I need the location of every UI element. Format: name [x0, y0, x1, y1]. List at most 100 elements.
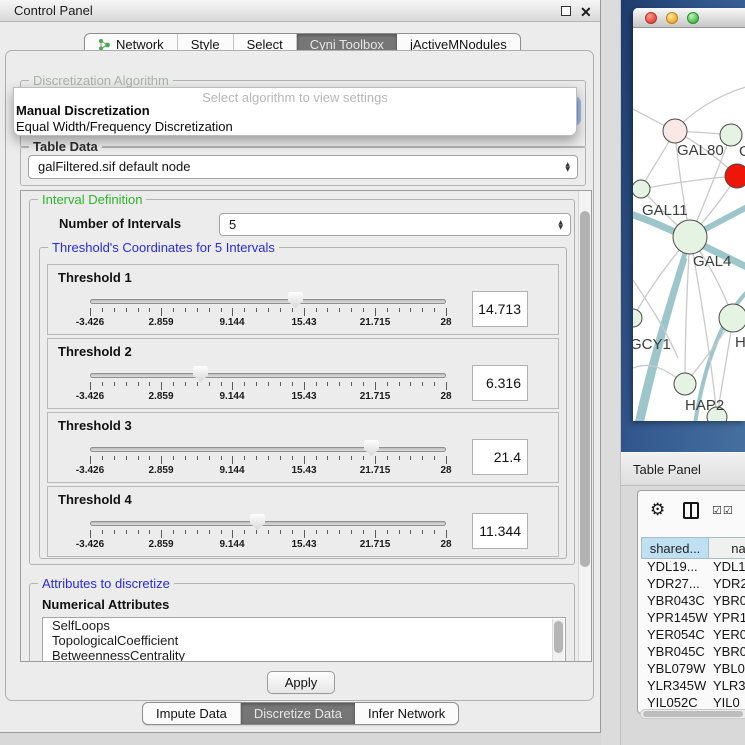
gear-icon[interactable]: ⚙ — [650, 500, 665, 520]
select-columns-icons[interactable]: ☑☑ — [712, 504, 734, 517]
table-data-selected-value: galFiltered.sif default node — [38, 156, 190, 178]
scale-tick-label: 2.859 — [131, 317, 191, 328]
scale-tick-label: 15.43 — [274, 539, 334, 550]
threshold-slider-track[interactable] — [90, 373, 446, 378]
combo-arrows-icon: ▲▼ — [558, 220, 563, 230]
table-cell: YDL1 — [707, 559, 745, 574]
network-node[interactable] — [663, 119, 687, 143]
table-row[interactable]: YBL079WYBL0 — [641, 661, 745, 678]
scrollbar-thumb[interactable] — [580, 211, 590, 567]
tab-label: Impute Data — [156, 703, 227, 724]
scale-tick-label: 28 — [416, 465, 476, 476]
table-header-row: shared...na — [641, 537, 745, 559]
combo-arrows-icon: ▲▼ — [565, 162, 570, 172]
network-node-label: GAL11 — [642, 202, 688, 219]
table-row[interactable]: YPR145WYPR1 — [641, 610, 745, 627]
threshold-value-field[interactable]: 6.316 — [472, 365, 528, 401]
table-row[interactable]: YLR345WYLR3 — [641, 678, 745, 695]
numerical-attributes-list[interactable]: SelfLoopsTopologicalCoefficientBetweenne… — [42, 617, 566, 662]
network-node-label: GAL80 — [677, 142, 724, 159]
network-node[interactable] — [633, 180, 650, 198]
threshold-slider-thumb[interactable] — [193, 366, 208, 382]
float-window-icon[interactable] — [561, 6, 571, 16]
tab-infer-network[interactable]: Infer Network — [355, 703, 458, 724]
threshold-value-field[interactable]: 14.713 — [472, 291, 528, 327]
table-cell: YIL0 — [707, 695, 740, 708]
table-row[interactable]: YDL19...YDL1 — [641, 559, 745, 576]
panel-divider[interactable] — [601, 0, 621, 745]
table-cell: YDR27... — [641, 576, 707, 591]
attributes-list-scrollbar[interactable] — [552, 619, 564, 662]
scale-tick-label: -3.426 — [60, 391, 120, 402]
scale-tick-label: 2.859 — [131, 465, 191, 476]
network-node-selected[interactable] — [725, 164, 745, 188]
tab-impute-data[interactable]: Impute Data — [143, 703, 241, 724]
table-column-header[interactable]: shared... — [641, 537, 709, 559]
threshold-slider-track[interactable] — [90, 299, 446, 304]
bottom-tabstrip: Impute Data Discretize Data Infer Network — [142, 702, 459, 725]
tab-label: Infer Network — [368, 703, 445, 724]
thresholds-group: Threshold's Coordinates for 5 Intervals … — [39, 247, 567, 559]
algorithm-option[interactable]: Equal Width/Frequency Discretization — [16, 119, 233, 134]
network-node-label: GAL4 — [693, 253, 731, 270]
tab-discretize-data[interactable]: Discretize Data — [241, 703, 355, 724]
table-row[interactable]: YER054CYER0 — [641, 627, 745, 644]
minimize-window-icon[interactable] — [666, 12, 678, 24]
tab-label: Discretize Data — [254, 703, 342, 724]
attribute-list-item[interactable]: TopologicalCoefficient — [43, 633, 565, 648]
interval-definition-title: Interval Definition — [38, 192, 146, 207]
attribute-list-item[interactable]: BetweennessCentrality — [43, 648, 565, 662]
close-window-icon[interactable] — [645, 12, 657, 24]
threshold-slider-thumb[interactable] — [364, 440, 379, 456]
network-canvas[interactable]: GAL80GGAL11GAL4GCY1HHAP2 — [633, 28, 745, 421]
table-row[interactable]: YBR045CYBR0 — [641, 644, 745, 661]
slider-ticks — [90, 382, 446, 390]
threshold-block: Threshold 2-3.4262.8599.14415.4321.71528… — [47, 338, 559, 409]
network-node[interactable] — [719, 304, 745, 332]
attribute-list-item[interactable]: SelfLoops — [43, 618, 565, 633]
table-toolbar: ⚙ ☑☑ — [638, 491, 745, 531]
table-cell: YPR145W — [641, 610, 707, 625]
threshold-value-field[interactable]: 21.4 — [472, 439, 528, 475]
table-cell: YDR2 — [707, 576, 745, 591]
table-horizontal-scrollbar[interactable] — [640, 709, 745, 719]
table-data-select[interactable]: galFiltered.sif default node ▲▼ — [28, 155, 578, 179]
threshold-slider-track[interactable] — [90, 447, 446, 452]
algorithm-option[interactable]: Manual Discretization — [16, 103, 150, 118]
network-node[interactable] — [674, 373, 696, 395]
columns-icon[interactable] — [683, 502, 699, 519]
close-panel-icon[interactable]: ✕ — [580, 2, 592, 22]
network-node-label: GCY1 — [633, 336, 671, 353]
table-row[interactable]: YDR27...YDR2 — [641, 576, 745, 593]
threshold-slider-thumb[interactable] — [288, 292, 303, 308]
discretization-algorithm-group-title: Discretization Algorithm — [29, 73, 173, 88]
apply-button[interactable]: Apply — [267, 671, 335, 694]
network-node-label: HAP2 — [685, 397, 724, 414]
scale-tick-label: 21.715 — [345, 465, 405, 476]
table-cell: YLR3 — [707, 678, 745, 693]
network-node[interactable] — [633, 309, 642, 327]
threshold-label: Threshold 2 — [58, 344, 132, 359]
attributes-group-title: Attributes to discretize — [38, 576, 174, 591]
network-node[interactable] — [673, 220, 707, 254]
threshold-slider-track[interactable] — [90, 521, 446, 526]
zoom-window-icon[interactable] — [687, 12, 699, 24]
table-column-header[interactable]: na — [709, 537, 745, 559]
settings-vertical-scrollbar[interactable] — [578, 191, 591, 661]
number-of-intervals-value: 5 — [229, 214, 236, 236]
number-of-intervals-select[interactable]: 5 ▲▼ — [219, 213, 571, 236]
scale-tick-label: -3.426 — [60, 317, 120, 328]
table-cell: YDL19... — [641, 559, 707, 574]
control-panel-title: Control Panel — [14, 0, 93, 22]
scale-tick-label: 21.715 — [345, 317, 405, 328]
scale-tick-label: 15.43 — [274, 465, 334, 476]
table-cell: YBR0 — [707, 593, 745, 608]
table-row[interactable]: YIL052CYIL0 — [641, 695, 745, 708]
table-row[interactable]: YBR043CYBR0 — [641, 593, 745, 610]
scale-tick-label: 15.43 — [274, 317, 334, 328]
threshold-value-field[interactable]: 11.344 — [472, 513, 528, 549]
threshold-slider-thumb[interactable] — [250, 514, 265, 530]
table-cell: YLR345W — [641, 678, 707, 693]
threshold-block: Threshold 1-3.4262.8599.14415.4321.71528… — [47, 264, 559, 335]
scale-tick-label: 28 — [416, 539, 476, 550]
